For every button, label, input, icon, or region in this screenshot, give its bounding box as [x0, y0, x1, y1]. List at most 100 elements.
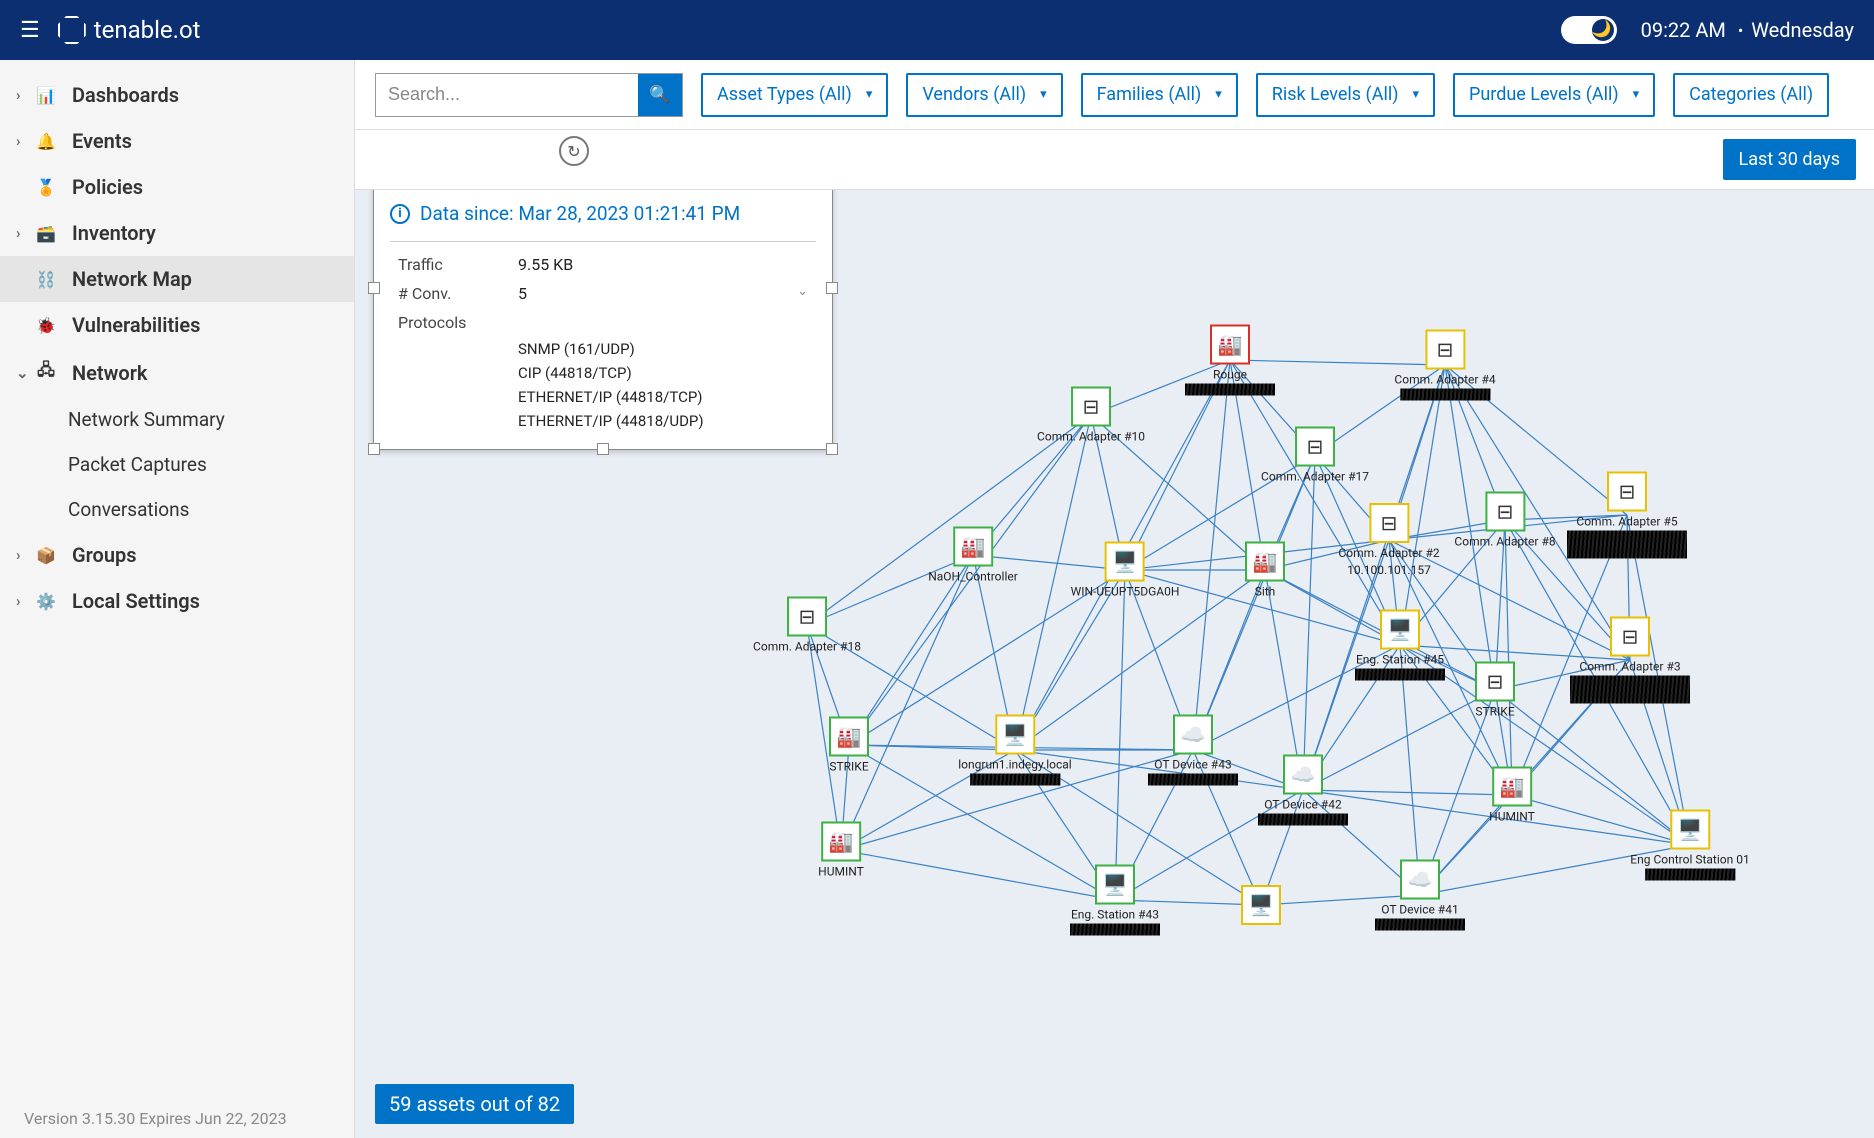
nav-dashboards[interactable]: › 📊 Dashboards — [0, 72, 354, 118]
nav-events[interactable]: › 🔔 Events — [0, 118, 354, 164]
toolbar: 🔍 Asset Types (All)▾ Vendors (All)▾ Fami… — [355, 60, 1874, 130]
pc-icon: 🖥️ — [1241, 885, 1281, 925]
edge[interactable] — [1505, 520, 1512, 795]
node-ot43[interactable]: ☁️OT Device #43 — [1148, 715, 1238, 786]
node-sith[interactable]: 🏭Sith — [1245, 542, 1285, 599]
map-icon: ⛓️ — [34, 270, 58, 289]
node-ca17[interactable]: ⊟ Comm. Adapter #17 — [1261, 427, 1369, 484]
header-time: 09:22 AM — [1641, 18, 1726, 42]
node-ecs01[interactable]: 🖥️Eng Control Station 01 — [1630, 810, 1749, 881]
edge[interactable] — [1193, 360, 1230, 750]
eth-icon: ⊟ — [1425, 330, 1465, 370]
chevron-down-icon: ⌄ — [16, 364, 34, 382]
node-label: Comm. Adapter #17 — [1261, 470, 1369, 484]
brand-logo: tenable.ot — [58, 16, 201, 44]
plc-icon: 🏭 — [953, 527, 993, 567]
nav-network-map[interactable]: ⛓️ Network Map — [0, 256, 354, 302]
edge[interactable] — [1303, 455, 1315, 790]
edge[interactable] — [1400, 645, 1420, 895]
asset-count-badge: 59 assets out of 82 — [375, 1084, 574, 1124]
cubes-icon: 🗃️ — [34, 224, 58, 243]
nav-local-settings[interactable]: › ⚙️ Local Settings — [0, 578, 354, 624]
chevron-right-icon: › — [16, 592, 34, 610]
popup-conv-row[interactable]: # Conv. 5 ⌄ — [398, 279, 808, 308]
protocol-item: ETHERNET/IP (44818/TCP) — [518, 385, 808, 409]
node-strike1[interactable]: 🏭STRIKE — [829, 717, 869, 774]
eth-icon: ⊟ — [1485, 492, 1525, 532]
dark-mode-toggle[interactable]: 🌙 — [1561, 16, 1617, 44]
filter-categories[interactable]: Categories (All) — [1673, 73, 1829, 117]
redacted-text — [970, 774, 1060, 786]
node-label: Eng. Station #45 — [1356, 653, 1444, 667]
chevron-right-icon: › — [16, 224, 34, 242]
node-ca8[interactable]: ⊟ Comm. Adapter #8 — [1454, 492, 1555, 549]
chevron-down-icon: ▾ — [1412, 87, 1419, 102]
tenable-logo-icon — [58, 16, 86, 44]
sidebar: › 📊 Dashboards › 🔔 Events 🏅 Policies › 🗃… — [0, 60, 355, 1138]
nav-policies[interactable]: 🏅 Policies — [0, 164, 354, 210]
redacted-text — [1185, 384, 1275, 396]
version-footer: Version 3.15.30 Expires Jun 22, 2023 — [0, 1099, 354, 1138]
refresh-button[interactable]: ↻ — [559, 136, 589, 166]
nav-conversations[interactable]: Conversations — [0, 487, 354, 532]
node-label: WIN-UEUPT5DGA0H — [1071, 585, 1180, 599]
node-longrun[interactable]: 🖥️longrun1.indegy.local — [958, 715, 1071, 786]
eth-icon: ⊟ — [1295, 427, 1335, 467]
node-ca18[interactable]: ⊟ Comm. Adapter #18 — [753, 597, 861, 654]
node-humint2[interactable]: 🏭HUMINT — [1489, 767, 1535, 824]
plc-icon: 🏭 — [1245, 542, 1285, 582]
filter-vendors[interactable]: Vendors (All)▾ — [906, 73, 1062, 117]
search-button[interactable]: 🔍 — [638, 74, 682, 116]
node-es43[interactable]: 🖥️Eng. Station #43 — [1070, 865, 1160, 936]
eth-icon: ⊟ — [787, 597, 827, 637]
nav-vulnerabilities[interactable]: 🐞 Vulnerabilities — [0, 302, 354, 348]
node-ca5[interactable]: ⊟Comm. Adapter #5 — [1567, 472, 1687, 559]
filter-asset-types[interactable]: Asset Types (All)▾ — [701, 73, 888, 117]
node-ca10[interactable]: ⊟Comm. Adapter #10 — [1037, 387, 1145, 444]
plc-icon: 🏭 — [1492, 767, 1532, 807]
connection-popup: 🏭 PLC #14 ‹···› 🖥️ Eng. Station #43 — [373, 190, 833, 450]
eth-icon: ⊟ — [1475, 662, 1515, 702]
node-label: Comm. Adapter #8 — [1454, 535, 1555, 549]
nav-groups[interactable]: › 📦 Groups — [0, 532, 354, 578]
moon-icon: 🌙 — [1592, 19, 1614, 41]
edge[interactable] — [807, 415, 1091, 625]
edge[interactable] — [1115, 570, 1125, 900]
network-map-canvas[interactable]: 🏭 PLC #14 ‹···› 🖥️ Eng. Station #43 — [355, 190, 1874, 1138]
node-ca4[interactable]: ⊟Comm. Adapter #4 — [1394, 330, 1495, 401]
nav-packet-captures[interactable]: Packet Captures — [0, 442, 354, 487]
nav-network[interactable]: ⌄ 🖧 Network — [0, 348, 354, 397]
chevron-right-icon: › — [16, 86, 34, 104]
node-label: Comm. Adapter #18 — [753, 640, 861, 654]
node-es45[interactable]: 🖥️Eng. Station #45 — [1355, 610, 1445, 681]
node-ca2[interactable]: ⊟Comm. Adapter #210.100.101.157 — [1338, 503, 1439, 577]
node-n24[interactable]: 🖥️ — [1241, 885, 1281, 925]
filter-families[interactable]: Families (All)▾ — [1081, 73, 1238, 117]
nav-network-summary[interactable]: Network Summary — [0, 397, 354, 442]
filter-risk-levels[interactable]: Risk Levels (All)▾ — [1256, 73, 1435, 117]
pc-icon: 🖥️ — [1105, 542, 1145, 582]
timeframe-button[interactable]: Last 30 days — [1723, 139, 1856, 180]
menu-icon[interactable]: ☰ — [20, 18, 40, 43]
node-label: STRIKE — [829, 760, 868, 774]
main-area: 🔍 Asset Types (All)▾ Vendors (All)▾ Fami… — [355, 60, 1874, 1138]
node-label: Comm. Adapter #3 — [1579, 660, 1680, 674]
chevron-down-icon: ▾ — [1040, 87, 1047, 102]
node-label: OT Device #41 — [1381, 903, 1458, 917]
node-humint1[interactable]: 🏭HUMINT — [818, 822, 864, 879]
filter-purdue-levels[interactable]: Purdue Levels (All)▾ — [1453, 73, 1655, 117]
node-ot42[interactable]: ☁️OT Device #42 — [1258, 755, 1348, 826]
node-rouge[interactable]: 🏭Rouge — [1185, 325, 1275, 396]
search-input[interactable] — [376, 74, 638, 116]
node-naoh[interactable]: 🏭NaOH_Controller — [928, 527, 1018, 584]
node-ot41[interactable]: ☁️OT Device #41 — [1375, 860, 1465, 931]
nav-inventory[interactable]: › 🗃️ Inventory — [0, 210, 354, 256]
node-label: STRIKE — [1475, 705, 1514, 719]
ot-icon: ☁️ — [1173, 715, 1213, 755]
node-strike2[interactable]: ⊟ STRIKE — [1475, 662, 1515, 719]
node-ca3[interactable]: ⊟Comm. Adapter #3 — [1570, 617, 1690, 704]
redacted-text — [1148, 774, 1238, 786]
gauge-icon: 📊 — [34, 86, 58, 105]
node-win[interactable]: 🖥️ WIN-UEUPT5DGA0H — [1071, 542, 1180, 599]
node-label: Eng Control Station 01 — [1630, 853, 1749, 867]
